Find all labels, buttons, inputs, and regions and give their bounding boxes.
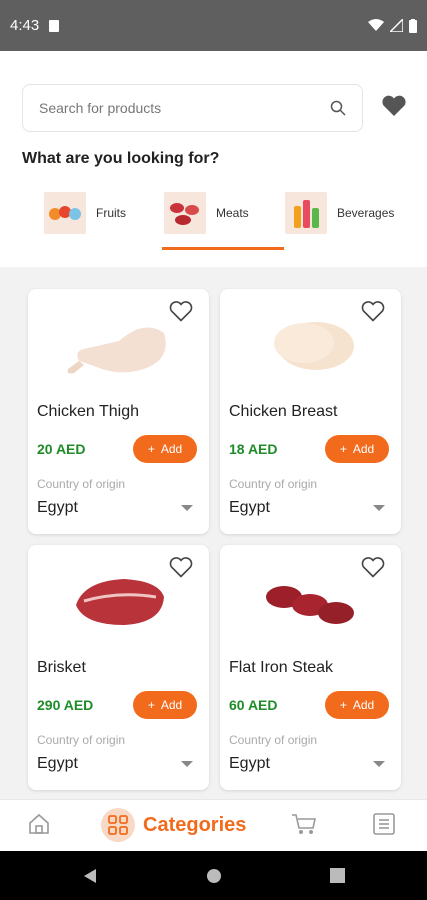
country-of-origin-select[interactable]: Egypt [229,755,270,773]
product-price: 60 AED [229,697,278,713]
add-label: Add [160,698,183,712]
status-bar: 4:43 [0,0,427,51]
category-tab-fruits[interactable]: Fruits [44,189,126,237]
product-name: Chicken Thigh [37,403,139,420]
add-to-cart-button[interactable]: + Add [325,435,389,463]
plus-icon: + [147,442,155,456]
product-grid: Chicken Thigh 20 AED + Add Country of or… [0,267,427,799]
plus-icon: + [339,442,347,456]
country-of-origin-label: Country of origin [37,733,126,747]
cart-icon[interactable] [291,812,317,836]
home-button-icon[interactable] [206,868,222,884]
country-of-origin-select[interactable]: Egypt [229,499,270,517]
chevron-down-icon[interactable] [373,505,385,511]
country-of-origin-select[interactable]: Egypt [37,755,78,773]
status-time: 4:43 [10,17,40,34]
active-tab-indicator [162,247,284,250]
cellular-icon [390,19,403,32]
country-of-origin-label: Country of origin [229,733,318,747]
product-price: 20 AED [37,441,86,457]
category-tab-beverages[interactable]: Beverages [285,189,394,237]
section-title: What are you looking for? [22,150,220,167]
search-box[interactable] [22,84,363,132]
meats-thumbnail [164,192,206,234]
sd-card-icon [49,19,60,32]
chicken-thigh-image [67,327,166,374]
country-of-origin-label: Country of origin [37,477,126,491]
orders-list-icon[interactable] [372,812,396,836]
add-to-cart-button[interactable]: + Add [325,691,389,719]
chicken-breast-image [274,322,354,370]
product-price: 290 AED [37,697,94,713]
wifi-icon [368,19,384,31]
add-label: Add [160,442,183,456]
product-price: 18 AED [229,441,278,457]
country-of-origin-select[interactable]: Egypt [37,499,78,517]
system-navigation-bar [0,851,427,900]
category-label: Beverages [337,206,395,220]
country-of-origin-label: Country of origin [229,477,318,491]
product-card[interactable]: Chicken Thigh 20 AED + Add Country of or… [28,289,209,534]
meats-icon [170,203,199,225]
bottom-nav-categories[interactable]: Categories [101,808,246,842]
search-input[interactable] [39,100,330,116]
product-card[interactable]: Chicken Breast 18 AED + Add Country of o… [220,289,401,534]
add-to-cart-button[interactable]: + Add [133,691,197,719]
category-label: Fruits [96,206,126,220]
chevron-down-icon[interactable] [373,761,385,767]
product-card[interactable]: Brisket 290 AED + Add Country of origin … [28,545,209,790]
header: What are you looking for? Fruits Meats B… [0,51,427,267]
fruits-icon [49,206,81,220]
home-icon[interactable] [27,812,51,836]
plus-icon: + [147,698,155,712]
fruits-thumbnail [44,192,86,234]
categories-label: Categories [143,813,247,836]
status-icons [368,18,417,33]
product-card[interactable]: Flat Iron Steak 60 AED + Add Country of … [220,545,401,790]
categories-icon-wrapper [101,808,135,842]
category-tab-meats[interactable]: Meats [164,189,249,237]
brisket-image [76,579,164,625]
favorites-heart-icon[interactable] [381,95,407,117]
chevron-down-icon[interactable] [181,505,193,511]
add-to-cart-button[interactable]: + Add [133,435,197,463]
product-name: Flat Iron Steak [229,659,334,676]
chevron-down-icon[interactable] [181,761,193,767]
back-icon[interactable] [82,868,98,884]
add-label: Add [352,442,375,456]
category-label: Meats [216,206,249,220]
add-label: Add [352,698,375,712]
product-name: Brisket [37,659,86,676]
search-icon[interactable] [330,100,346,116]
bottom-navigation: Categories [0,799,427,851]
recents-icon[interactable] [330,868,345,883]
battery-icon [409,18,417,33]
plus-icon: + [339,698,347,712]
categories-grid-icon [108,815,128,835]
product-name: Chicken Breast [229,403,338,420]
beverages-thumbnail [285,192,327,234]
category-tabs: Fruits Meats Beverages [0,187,427,251]
flat-iron-steak-image [266,586,354,624]
beverages-icon [294,200,319,228]
